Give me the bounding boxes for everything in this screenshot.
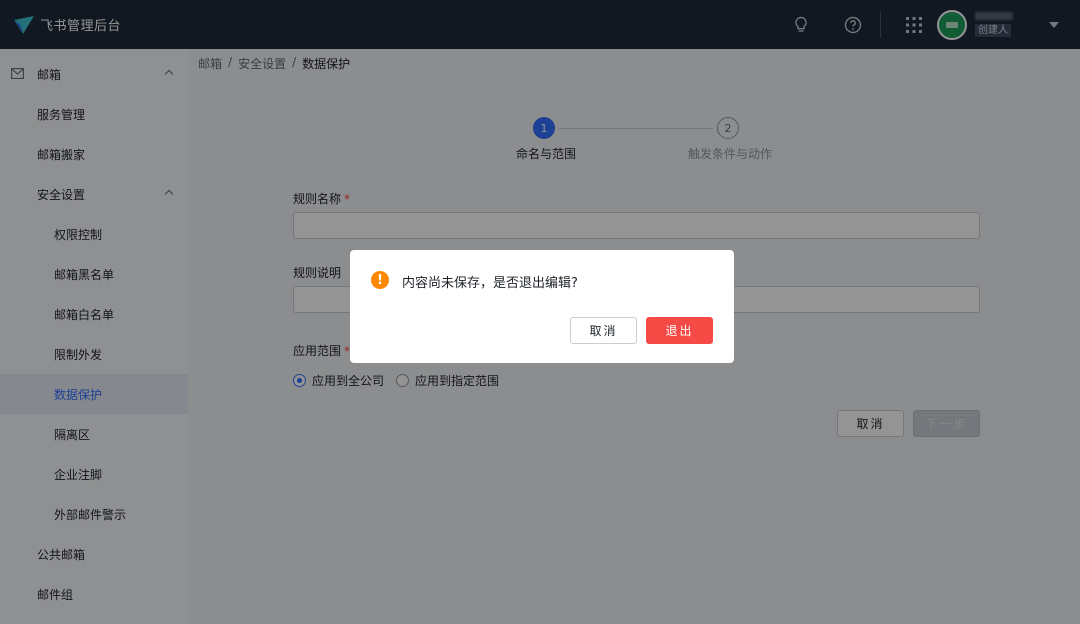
dialog-exit-button[interactable]: 退出 (646, 317, 713, 344)
unsaved-changes-dialog: ! 内容尚未保存，是否退出编辑? 取消 退出 (350, 250, 734, 363)
dialog-cancel-button[interactable]: 取消 (570, 317, 637, 344)
dialog-title: 内容尚未保存，是否退出编辑? (402, 276, 578, 291)
warning-icon: ! (371, 271, 389, 289)
